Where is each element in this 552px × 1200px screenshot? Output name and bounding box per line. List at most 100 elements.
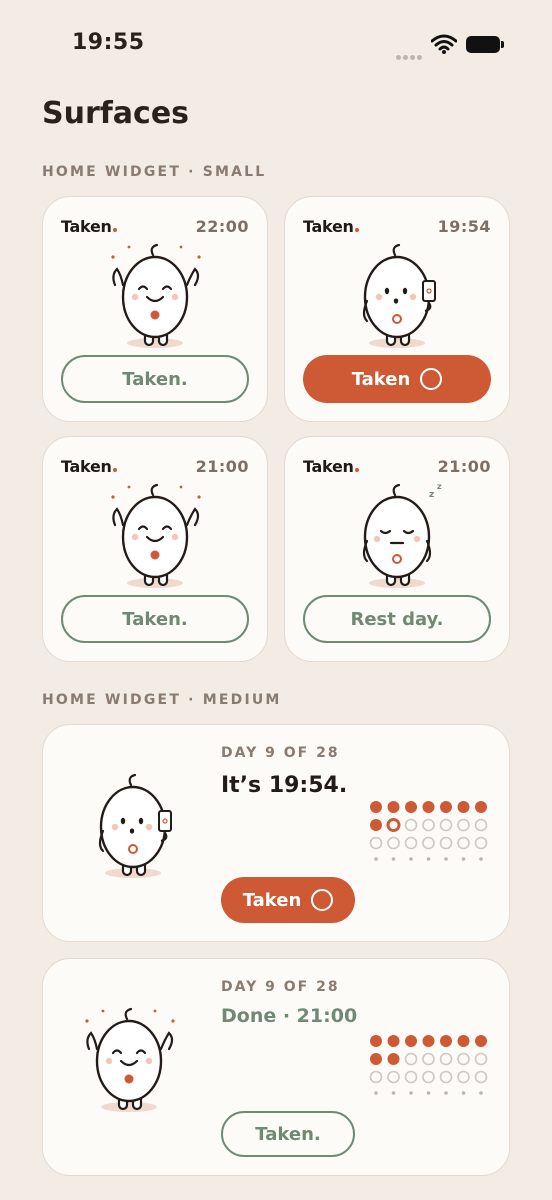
pill-dot-empty <box>369 836 383 850</box>
medium-widget-2[interactable]: DAY 9 OF 28 Done · 21:00 Taken. <box>42 958 510 1176</box>
taken-button[interactable]: Taken. <box>61 595 249 643</box>
taken-button-label: Taken <box>351 368 411 390</box>
widget-time: 22:00 <box>195 217 249 236</box>
pill-dot-taken <box>457 1035 470 1047</box>
svg-text:z: z <box>429 490 434 500</box>
ring-icon <box>311 889 334 911</box>
pill-dot-empty <box>474 836 488 850</box>
pill-dot-taken <box>387 1035 400 1047</box>
svg-text:z: z <box>437 482 442 491</box>
widget-time: 21:00 <box>437 457 491 476</box>
status-bar: 19:55 <box>0 0 552 90</box>
pill-dot-taken <box>387 801 400 813</box>
section-medium-label: HOME WIDGET · MEDIUM <box>42 692 282 708</box>
pill-dot-empty <box>439 1070 453 1084</box>
small-widget-4[interactable]: Taken 21:00 z z Rest day. <box>284 436 510 662</box>
pill-dot-empty <box>387 1070 400 1084</box>
pill-dot-empty <box>474 1070 488 1084</box>
taken-button[interactable]: Taken <box>221 877 355 923</box>
pill-dot <box>444 857 448 861</box>
pill-dot-taken <box>370 819 382 831</box>
pill-dot <box>479 1091 483 1095</box>
pill-tracker <box>369 799 493 869</box>
wifi-icon <box>431 34 457 54</box>
taken-button[interactable]: Taken. <box>61 355 249 403</box>
pill-dot <box>391 1091 396 1095</box>
pill-dot-taken <box>440 801 452 813</box>
headline: It’s 19:54. <box>221 773 348 798</box>
pill-dot-empty <box>404 836 418 850</box>
mascot-phone-icon <box>347 241 451 355</box>
pill-dot-empty <box>439 1052 453 1066</box>
pill-dot <box>409 1091 413 1095</box>
ring-icon <box>420 368 443 390</box>
pill-dot-empty <box>457 836 470 850</box>
pill-dot <box>374 857 378 861</box>
pill-dot <box>426 857 431 861</box>
pill-dot <box>409 857 413 861</box>
pill-dot-taken <box>422 801 435 813</box>
pill-dot <box>461 1091 466 1095</box>
pill-dot <box>426 1091 431 1095</box>
pill-dot <box>374 1091 378 1095</box>
pill-dot-taken <box>405 801 417 813</box>
brand-wordmark: Taken <box>303 457 359 476</box>
mascot-sleeping-icon: z z <box>347 481 451 595</box>
mascot-happy-icon <box>105 481 209 595</box>
pill-dot-taken <box>370 1035 382 1047</box>
pill-dot-empty <box>387 836 400 850</box>
pill-dot-taken <box>405 1035 417 1047</box>
pill-dot-current <box>386 818 401 832</box>
pill-dot-empty <box>474 818 488 832</box>
taken-button-label: Taken <box>242 889 302 911</box>
brand-wordmark: Taken <box>61 217 117 236</box>
pill-dot-empty <box>404 818 418 832</box>
signal-icon <box>396 45 424 64</box>
pill-dot <box>479 857 483 861</box>
pill-dot-empty <box>439 836 453 850</box>
small-widget-2[interactable]: Taken 19:54 Taken <box>284 196 510 422</box>
pill-dot-empty <box>457 1070 470 1084</box>
mascot-phone-icon <box>83 771 187 885</box>
pill-dot-taken <box>370 801 382 813</box>
mascot-happy-icon <box>79 1005 183 1119</box>
taken-button[interactable]: Taken <box>303 355 491 403</box>
small-widget-1[interactable]: Taken 22:00 Taken. <box>42 196 268 422</box>
pill-dot-empty <box>404 1070 418 1084</box>
pill-dot-empty <box>457 818 470 832</box>
pill-dot-taken <box>387 1053 400 1065</box>
pill-dot-empty <box>422 1070 435 1084</box>
headline: Done · 21:00 <box>221 1005 358 1027</box>
widget-time: 21:00 <box>195 457 249 476</box>
pill-dot-empty <box>404 1052 418 1066</box>
pill-dot-empty <box>457 1052 470 1066</box>
pill-dot <box>391 857 396 861</box>
taken-button[interactable]: Taken. <box>221 1111 355 1157</box>
page-title: Surfaces <box>42 96 190 131</box>
pill-dot-taken <box>475 801 487 813</box>
pill-tracker <box>369 1033 493 1103</box>
pill-dot <box>461 857 466 861</box>
battery-icon <box>466 36 504 53</box>
pill-dot-empty <box>422 836 435 850</box>
pill-dot-taken <box>457 801 470 813</box>
pill-dot-taken <box>370 1053 382 1065</box>
pill-dot-taken <box>475 1035 487 1047</box>
brand-wordmark: Taken <box>303 217 359 236</box>
pill-dot-taken <box>422 1035 435 1047</box>
small-widget-3[interactable]: Taken 21:00 Taken. <box>42 436 268 662</box>
widget-time: 19:54 <box>437 217 491 236</box>
pill-dot-empty <box>422 1052 435 1066</box>
pill-dot-empty <box>369 1070 383 1084</box>
pill-dot-empty <box>439 818 453 832</box>
mascot-happy-icon <box>105 241 209 355</box>
brand-wordmark: Taken <box>61 457 117 476</box>
status-time: 19:55 <box>72 30 145 55</box>
rest-day-button[interactable]: Rest day. <box>303 595 491 643</box>
medium-widget-1[interactable]: DAY 9 OF 28 It’s 19:54. Taken <box>42 724 510 942</box>
day-counter: DAY 9 OF 28 <box>221 745 340 761</box>
pill-dot-empty <box>422 818 435 832</box>
pill-dot-taken <box>440 1035 452 1047</box>
pill-dot-empty <box>474 1052 488 1066</box>
section-small-label: HOME WIDGET · SMALL <box>42 164 267 180</box>
